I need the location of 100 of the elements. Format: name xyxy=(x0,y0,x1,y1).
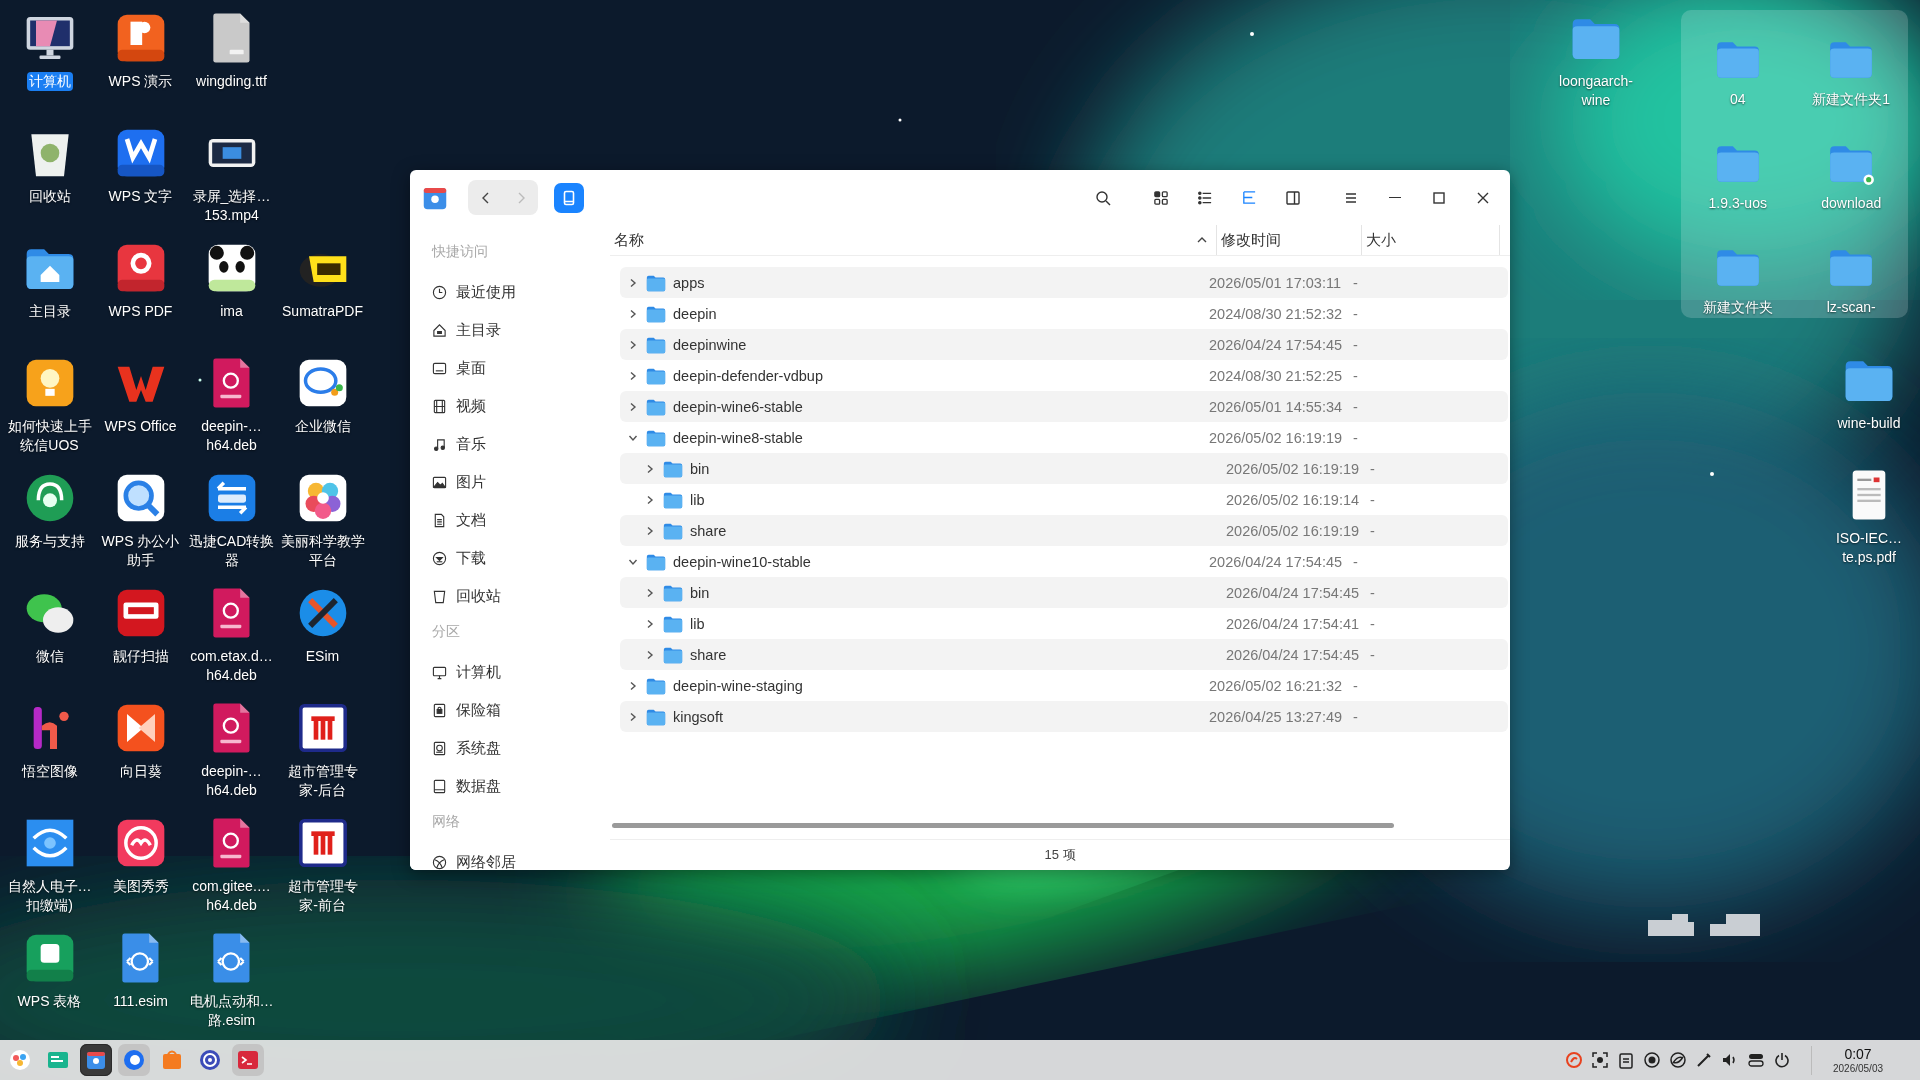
icon-label[interactable]: 服务与支持 xyxy=(12,532,87,551)
column-header[interactable]: 大小 xyxy=(1362,225,1500,255)
toggles-icon[interactable] xyxy=(1747,1051,1765,1069)
icon-label[interactable]: com.gitee.…h64.deb xyxy=(186,877,277,915)
file-row[interactable]: lib 2026/04/24 17:54:41 - xyxy=(620,608,1508,639)
input-method-icon[interactable] xyxy=(1565,1051,1583,1069)
icon-label[interactable]: 超市管理专家-前台 xyxy=(277,877,368,915)
browser-button[interactable] xyxy=(118,1044,150,1076)
minimize-icon xyxy=(1389,196,1401,199)
icon-label[interactable]: 新建文件夹 xyxy=(1700,298,1775,317)
file-size: - xyxy=(1353,367,1358,384)
sidebar-item[interactable]: 图片 xyxy=(418,463,602,501)
clock-time: 0:07 xyxy=(1844,1045,1872,1062)
icon-label[interactable]: ISO-IEC…te.ps.pdf xyxy=(1823,529,1915,567)
sidebar-heading: 快捷访问 xyxy=(430,242,488,261)
icon-label[interactable]: 回收站 xyxy=(26,187,73,206)
record-icon[interactable] xyxy=(1643,1051,1661,1069)
power-icon[interactable] xyxy=(1773,1051,1791,1069)
file-row[interactable]: share 2026/05/02 16:19:19 - xyxy=(620,515,1508,546)
column-header[interactable]: 修改时间 xyxy=(1217,225,1362,255)
icon-label[interactable]: deepin-…h64.deb xyxy=(186,417,277,455)
icon-label[interactable]: wine-build xyxy=(1835,414,1903,433)
icon-label[interactable]: WPS 文字 xyxy=(106,187,175,206)
file-row[interactable]: deepin-wine-staging 2026/05/02 16:21:32 - xyxy=(620,670,1508,701)
column-header[interactable]: 名称 xyxy=(610,225,1217,255)
clipboard-icon[interactable] xyxy=(1617,1051,1635,1069)
icon-label[interactable]: SumatraPDF xyxy=(280,302,365,321)
icon-label[interactable]: WPS PDF xyxy=(106,302,175,321)
safe-icon xyxy=(432,702,447,718)
sidebar-item[interactable]: 文档 xyxy=(418,501,602,539)
icon-label[interactable]: 向日葵 xyxy=(117,762,164,781)
icon-label[interactable]: WPS 演示 xyxy=(106,72,175,91)
icon-label[interactable]: 企业微信 xyxy=(292,417,353,436)
file-name: bin xyxy=(690,584,710,601)
file-row[interactable]: apps 2026/05/01 17:03:11 - xyxy=(620,267,1508,298)
modified-date: 2026/05/01 14:55:34 xyxy=(1209,398,1344,415)
icon-label[interactable]: WPS 表格 xyxy=(15,992,84,1011)
store-icon xyxy=(160,1048,184,1072)
sidebar-item[interactable]: 最近使用 xyxy=(418,273,602,311)
file-name: share xyxy=(690,522,727,539)
icon-label[interactable]: 美图秀秀 xyxy=(110,877,171,896)
file-row[interactable]: deepin-wine6-stable 2026/05/01 14:55:34 - xyxy=(620,391,1508,422)
sidebar-item[interactable]: 数据盘 xyxy=(418,767,602,805)
sidebar-item[interactable]: 主目录 xyxy=(418,311,602,349)
sidebar-item[interactable]: 回收站 xyxy=(418,577,602,615)
file-row[interactable]: deepin 2024/08/30 21:52:32 - xyxy=(620,298,1508,329)
device-location-button[interactable] xyxy=(554,182,584,213)
swirl-icon[interactable] xyxy=(1669,1051,1687,1069)
file-row[interactable]: bin 2026/05/02 16:19:19 - xyxy=(620,453,1508,484)
icon-label[interactable]: 主目录 xyxy=(26,302,73,321)
file-name: deepin-wine10-stable xyxy=(673,553,811,570)
file-row[interactable]: deepin-wine8-stable 2026/05/02 16:19:19 - xyxy=(620,422,1508,453)
icon-label[interactable]: 微信 xyxy=(33,647,66,666)
icon-label[interactable]: 迅捷CAD转换器 xyxy=(186,532,277,570)
icon-label[interactable]: 111.esim xyxy=(111,992,170,1011)
sidebar-item[interactable]: 网络邻居 xyxy=(418,843,602,870)
icon-label[interactable]: WPS 办公小助手 xyxy=(95,532,186,570)
clock-icon xyxy=(432,284,447,300)
icon-label[interactable]: 悟空图像 xyxy=(19,762,80,781)
icon-label[interactable]: 如何快速上手统信UOS xyxy=(4,417,95,455)
file-row[interactable]: bin 2026/04/24 17:54:45 - xyxy=(620,577,1508,608)
screenshot-icon[interactable] xyxy=(1591,1051,1609,1069)
sidebar-item[interactable]: 系统盘 xyxy=(418,729,602,767)
icon-label[interactable]: 美丽科学教学平台 xyxy=(277,532,368,570)
icon-label[interactable]: deepin-…h64.deb xyxy=(186,762,277,800)
icon-label[interactable]: 计算机 xyxy=(26,72,73,91)
file-manager-button[interactable] xyxy=(80,1044,112,1076)
icon-label[interactable]: lz-scan- xyxy=(1824,298,1878,317)
file-row[interactable]: deepin-defender-vdbup 2024/08/30 21:52:25 - xyxy=(620,360,1508,391)
sidebar-item[interactable]: 计算机 xyxy=(418,653,602,691)
file-size: - xyxy=(1353,274,1358,291)
icon-label[interactable]: com.etax.d…h64.deb xyxy=(186,647,277,685)
sidebar-item[interactable]: 桌面 xyxy=(418,349,602,387)
sidebar-item[interactable]: 视频 xyxy=(418,387,602,425)
settings-icon xyxy=(198,1048,222,1072)
scrollbar[interactable] xyxy=(612,823,1394,828)
tree-view-icon xyxy=(1241,189,1257,206)
icon-label[interactable]: 超市管理专家-后台 xyxy=(277,762,368,800)
icon-label[interactable]: WPS Office xyxy=(102,417,179,436)
list-view-icon xyxy=(1197,189,1213,206)
icon-label[interactable]: ima xyxy=(218,302,245,321)
file-row[interactable]: share 2026/04/24 17:54:45 - xyxy=(620,639,1508,670)
sidebar-item[interactable]: 保险箱 xyxy=(418,691,602,729)
icon-label[interactable]: ESim xyxy=(303,647,342,666)
file-row[interactable]: kingsoft 2026/04/25 13:27:49 - xyxy=(620,701,1508,732)
icon-label[interactable]: 靓仔扫描 xyxy=(110,647,171,666)
sidebar-item[interactable]: 音乐 xyxy=(418,425,602,463)
clock-date: 2026/05/03 xyxy=(1832,1061,1884,1075)
file-row[interactable]: deepin-wine10-stable 2026/04/24 17:54:45 - xyxy=(620,546,1508,577)
icon-label[interactable]: wingding.ttf xyxy=(194,72,269,91)
modified-date: 2026/04/24 17:54:45 xyxy=(1209,336,1344,353)
file-row[interactable]: deepinwine 2026/04/24 17:54:45 - xyxy=(620,329,1508,360)
icon-label[interactable]: 电机点动和…路.esim xyxy=(186,992,277,1030)
sidebar-item[interactable]: 下载 xyxy=(418,539,602,577)
terminal-button[interactable] xyxy=(232,1044,264,1076)
icon-label[interactable]: 自然人电子…扣缴端) xyxy=(4,877,95,915)
file-row[interactable]: lib 2026/05/02 16:19:14 - xyxy=(620,484,1508,515)
pen-icon[interactable] xyxy=(1695,1051,1713,1069)
icon-label[interactable]: 录屏_选择…153.mp4 xyxy=(186,187,277,225)
modified-date: 2026/05/02 16:19:19 xyxy=(1226,522,1361,539)
